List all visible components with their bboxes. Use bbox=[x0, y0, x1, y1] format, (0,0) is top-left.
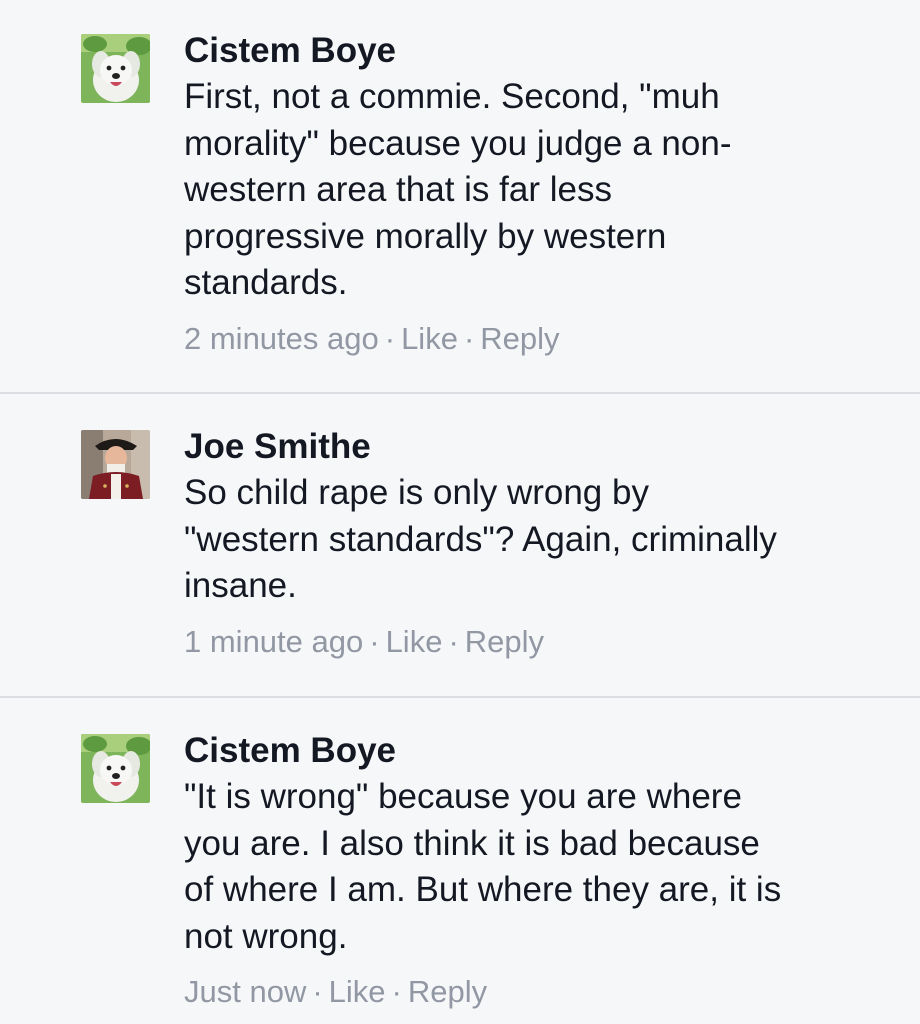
comment-item: Cistem Boye "It is wrong" because you ar… bbox=[0, 698, 920, 1024]
comment-author[interactable]: Cistem Boye bbox=[184, 28, 894, 74]
separator-dot: · bbox=[384, 320, 396, 356]
separator-dot: · bbox=[448, 623, 459, 659]
comment-text-line: morality" because you judge a non- bbox=[184, 123, 732, 163]
comment-text-line: So child rape is only wrong by bbox=[184, 473, 649, 512]
comment-meta: 2 minutes ago · Like · Reply bbox=[184, 319, 894, 359]
comment-timestamp[interactable]: Just now bbox=[184, 974, 306, 1009]
comment-timestamp[interactable]: 2 minutes ago bbox=[184, 321, 379, 356]
comment-text: So child rape is only wrong by "western … bbox=[184, 470, 894, 610]
comment-text-line: "western standards"? Again, criminally bbox=[184, 519, 777, 559]
dog-avatar-icon bbox=[81, 734, 150, 803]
reply-link[interactable]: Reply bbox=[465, 624, 544, 659]
avatar[interactable] bbox=[81, 430, 150, 499]
reply-link[interactable]: Reply bbox=[408, 974, 487, 1009]
like-link[interactable]: Like bbox=[401, 321, 458, 356]
comment-meta: Just now · Like · Reply bbox=[184, 972, 894, 1012]
like-link[interactable]: Like bbox=[386, 624, 443, 659]
avatar[interactable] bbox=[81, 734, 150, 803]
comment-text: "It is wrong" because you are where you … bbox=[184, 774, 894, 960]
comment-text-line: standards. bbox=[184, 263, 348, 302]
comment-meta: 1 minute ago · Like · Reply bbox=[184, 622, 894, 662]
separator-dot: · bbox=[463, 320, 475, 356]
separator-dot: · bbox=[369, 623, 380, 659]
separator-dot: · bbox=[391, 974, 402, 1009]
dog-avatar-icon bbox=[81, 34, 150, 103]
comment-text-line: western area that is far less bbox=[184, 170, 612, 209]
comment-timestamp[interactable]: 1 minute ago bbox=[184, 624, 363, 659]
comment-text-line: insane. bbox=[184, 566, 297, 605]
comment-text-line: progressive morally by western bbox=[184, 216, 667, 256]
comment-author[interactable]: Joe Smithe bbox=[184, 424, 894, 470]
comment-text: First, not a commie. Second, "muh morali… bbox=[184, 74, 894, 307]
separator-dot: · bbox=[312, 974, 323, 1009]
avatar[interactable] bbox=[81, 34, 150, 103]
reply-link[interactable]: Reply bbox=[480, 321, 559, 356]
comment-text-line: First, not a commie. Second, "muh bbox=[184, 77, 720, 116]
colonial-man-avatar-icon bbox=[81, 430, 150, 499]
comment-text-line: not wrong. bbox=[184, 916, 348, 956]
comment-item: Joe Smithe So child rape is only wrong b… bbox=[0, 394, 920, 696]
like-link[interactable]: Like bbox=[329, 974, 386, 1009]
comment-text-line: of where I am. But where they are, it is bbox=[184, 870, 782, 909]
comment-author[interactable]: Cistem Boye bbox=[184, 728, 894, 774]
comment-text-line: "It is wrong" because you are where bbox=[184, 777, 742, 816]
comment-text-line: you are. I also think it is bad because bbox=[184, 823, 760, 863]
comment-item: Cistem Boye First, not a commie. Second,… bbox=[0, 0, 920, 392]
